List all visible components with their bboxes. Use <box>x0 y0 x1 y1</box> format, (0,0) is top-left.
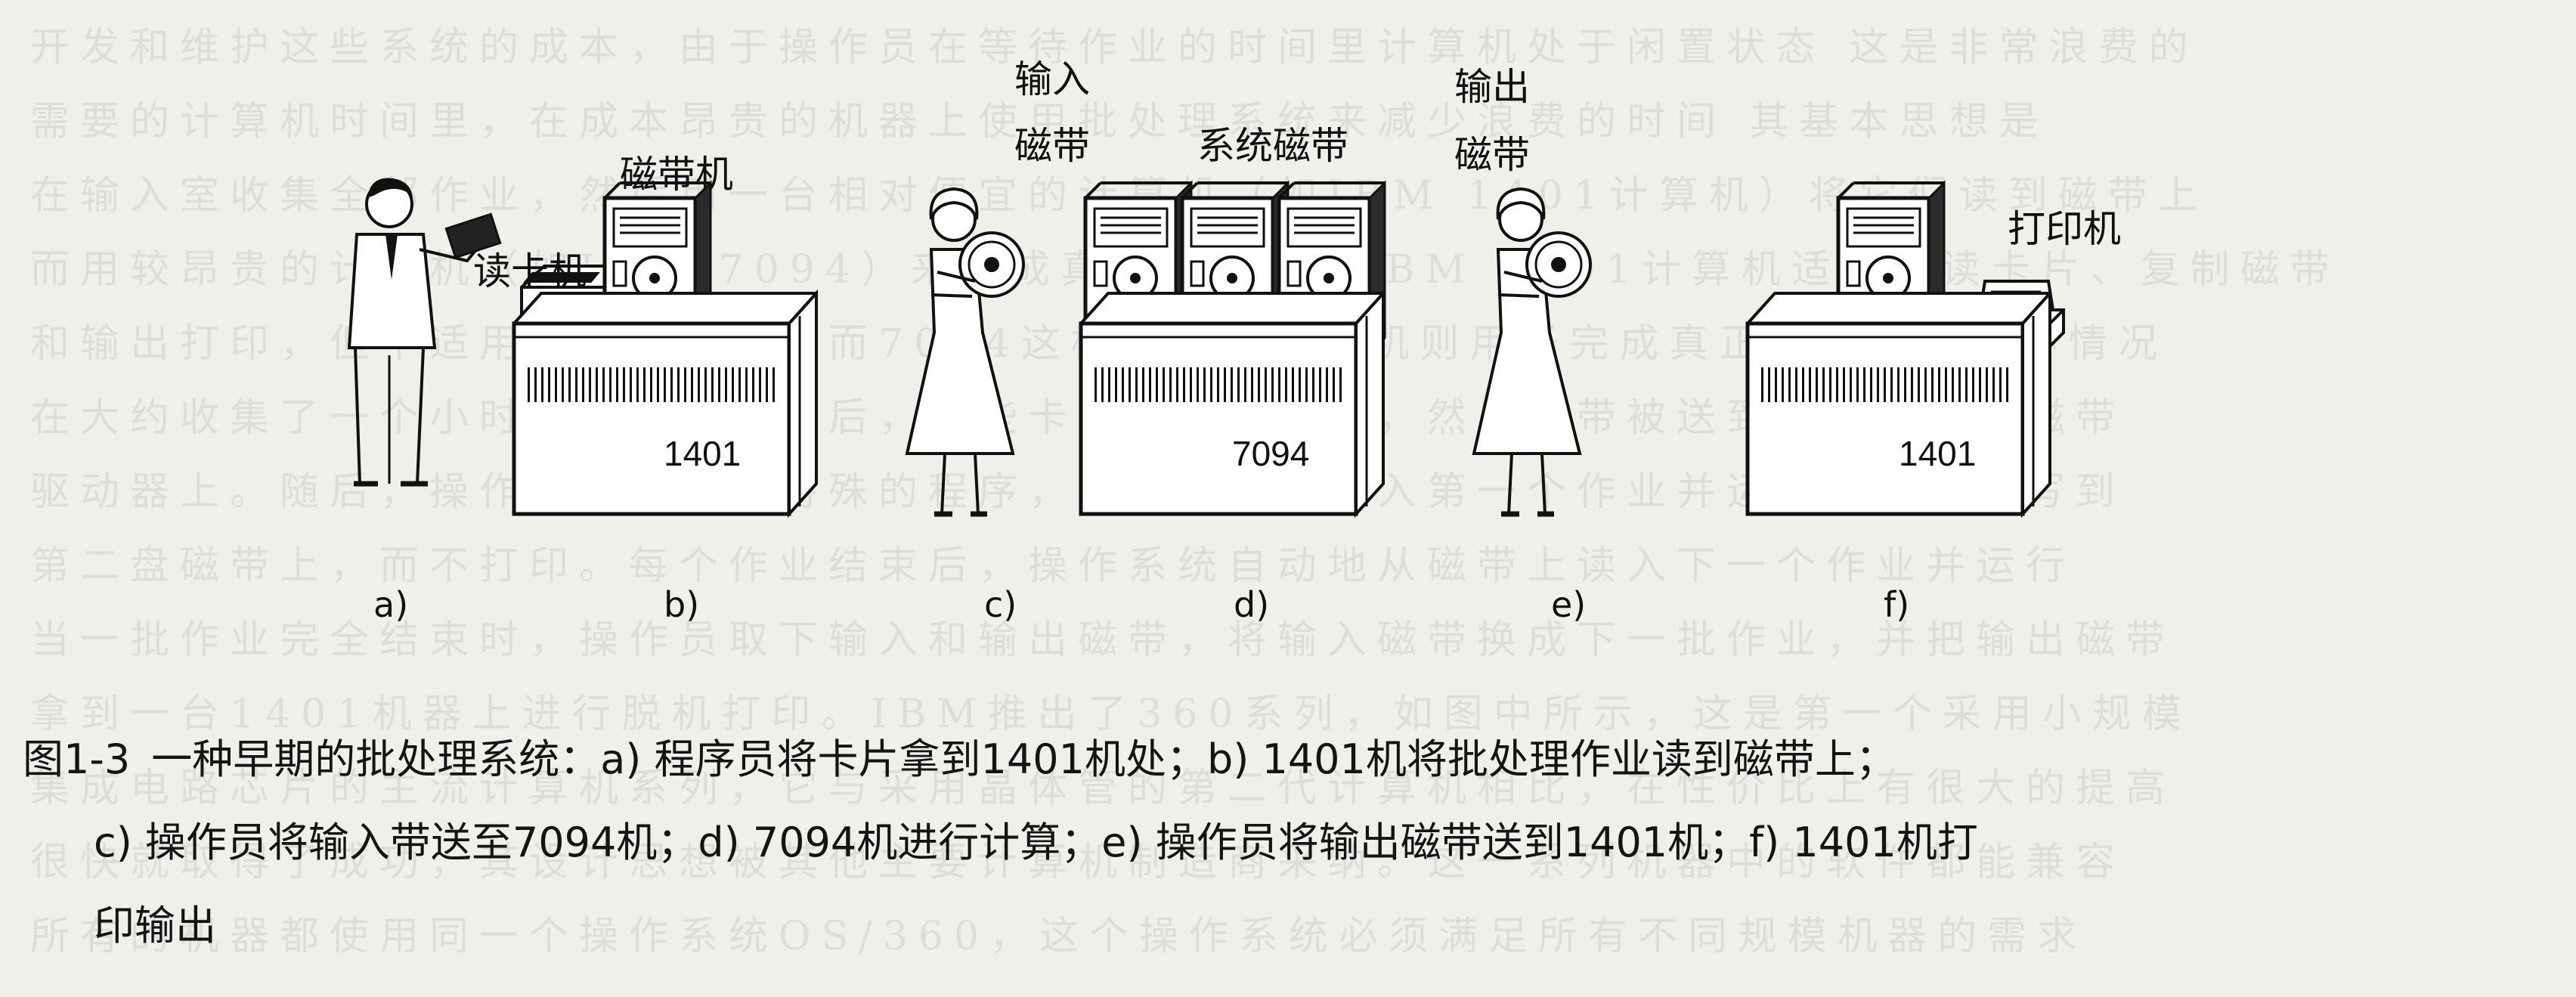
machine-label-7094: 7094 <box>1232 434 1309 473</box>
figure-caption-line-3: 印输出 <box>94 902 216 949</box>
computer-1401-left <box>514 293 816 514</box>
figure-number: 图1-3 <box>23 735 131 783</box>
figure-caption-line-2: c) 操作员将输入带送至7094机；d) 7094机进行计算；e) 操作员将输出… <box>94 819 1978 866</box>
machine-label-1401-left: 1401 <box>664 434 741 473</box>
panel-label-b: b) <box>664 584 699 625</box>
panel-label-f: f) <box>1884 584 1909 625</box>
computer-7094 <box>1081 293 1383 514</box>
programmer-figure <box>347 178 502 487</box>
label-output-tape-2: 磁带 <box>1454 133 1530 177</box>
machine-label-1401-right: 1401 <box>1899 434 1976 473</box>
label-input-tape-2: 磁带 <box>1014 124 1090 168</box>
label-printer: 打印机 <box>2008 207 2121 251</box>
label-output-tape-1: 输出 <box>1454 65 1530 109</box>
label-tape-drive: 磁带机 <box>620 153 733 197</box>
panel-label-e: e) <box>1551 584 1586 625</box>
label-system-tape: 系统磁带 <box>1197 124 1348 168</box>
figure-caption-line-1: 图1-3 一种早期的批处理系统：a) 程序员将卡片拿到1401机处；b) 1401… <box>23 726 2555 785</box>
panel-label-a: a) <box>373 584 408 625</box>
operator-with-input-tape <box>905 187 1025 517</box>
panel-label-c: c) <box>984 584 1017 625</box>
operator-with-output-tape <box>1472 187 1592 517</box>
caption-text-1: 一种早期的批处理系统：a) 程序员将卡片拿到1401机处；b) 1401机将批处… <box>151 735 1896 783</box>
computer-1401-right <box>1748 293 2050 514</box>
panel-label-d: d) <box>1234 584 1269 625</box>
label-input-tape-1: 输入 <box>1014 57 1090 101</box>
label-card-reader: 读卡机 <box>473 249 587 293</box>
